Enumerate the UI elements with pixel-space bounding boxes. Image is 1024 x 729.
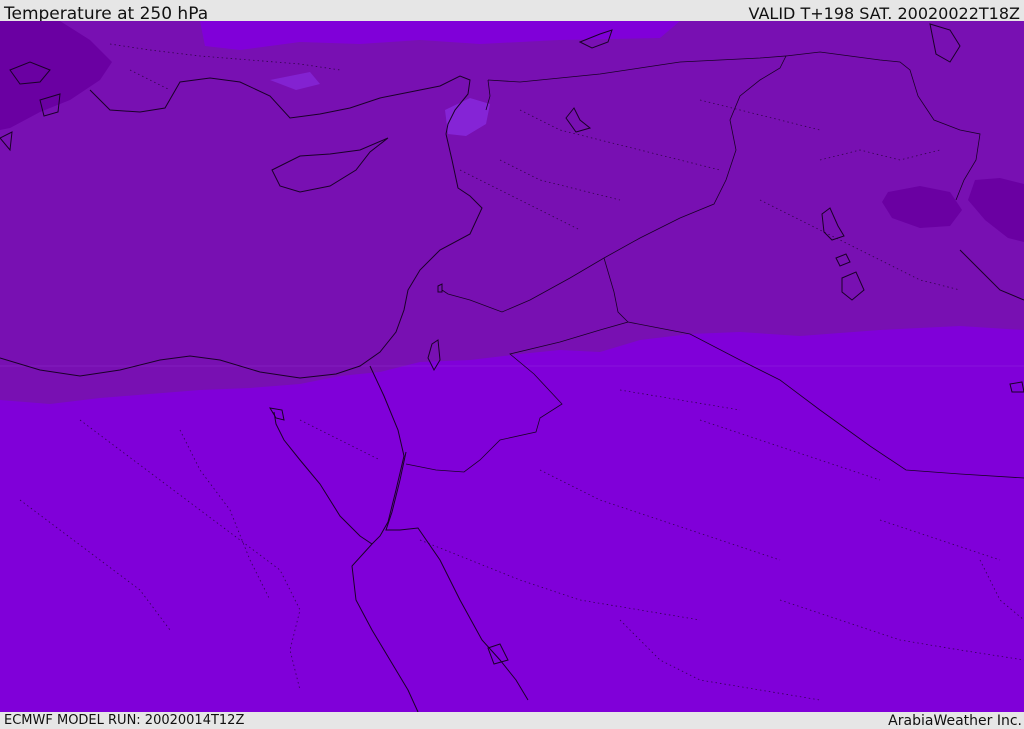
map-figure: Temperature at 250 hPa VALID T+198 SAT. …: [0, 0, 1024, 729]
credit-label: ArabiaWeather Inc.: [888, 713, 1022, 729]
header-bar: Temperature at 250 hPa VALID T+198 SAT. …: [0, 0, 1024, 24]
temperature-map: [0, 21, 1024, 712]
footer-bar: ECMWF MODEL RUN: 20020014T12Z ArabiaWeat…: [0, 712, 1024, 729]
model-run-label: ECMWF MODEL RUN: 20020014T12Z: [4, 713, 245, 728]
